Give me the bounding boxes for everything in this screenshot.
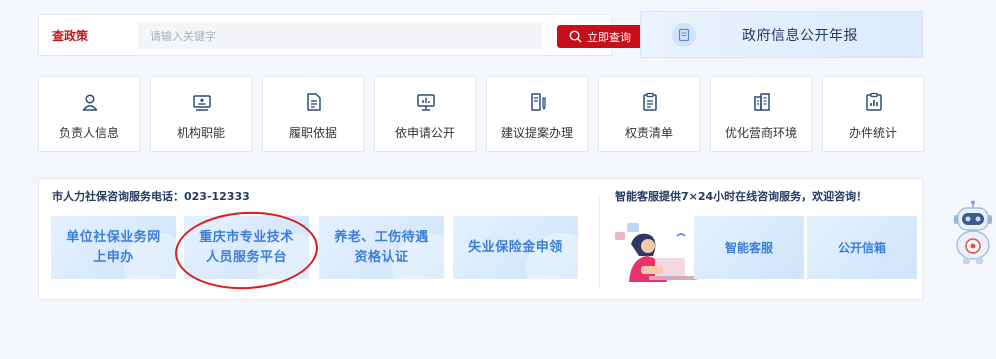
document-icon: [307, 93, 321, 111]
card-label: 建议提案办理: [500, 126, 573, 140]
search-label: 查政策: [52, 29, 89, 43]
tile-label-line1: 养老、工伤待遇: [334, 229, 429, 245]
card-business-environment[interactable]: 优化营商环境: [710, 76, 812, 152]
smart-service-label: 智能客服: [724, 241, 773, 255]
hotline-text: 市人力社保咨询服务电话：023-12333: [52, 190, 250, 203]
policy-search-bar: 查政策 立即查询: [38, 14, 643, 56]
card-disclosure-on-request[interactable]: 依申请公开: [374, 76, 476, 152]
tile-label-line2: 人员服务平台: [205, 249, 287, 265]
card-power-list[interactable]: 权责清单: [598, 76, 700, 152]
report-book-icon: [672, 22, 696, 47]
annual-report-button[interactable]: 政府信息公开年报: [640, 11, 923, 58]
tile-label-line2: 资格认证: [354, 249, 409, 265]
card-label: 负责人信息: [58, 126, 119, 140]
stats-board-icon: [866, 92, 882, 111]
clipboard-list-icon: [643, 92, 657, 111]
section-divider: [599, 197, 600, 289]
search-icon: [569, 30, 582, 43]
tile-pension-injury-certification[interactable]: 养老、工伤待遇 资格认证: [319, 216, 444, 279]
card-duty-basis[interactable]: 履职依据: [262, 76, 364, 152]
building-icon: [754, 93, 770, 111]
card-label: 履职依据: [288, 126, 337, 140]
monitor-chart-icon: [417, 94, 435, 111]
tile-employer-social-insurance[interactable]: 单位社保业务网 上申办: [51, 216, 176, 279]
tile-label-line1: 失业保险金申领: [468, 239, 563, 255]
card-label: 依申请公开: [394, 126, 455, 140]
online-service-text: 智能客服提供7×24小时在线咨询服务，欢迎咨询！: [615, 190, 868, 203]
card-label: 机构职能: [176, 126, 225, 140]
card-label: 权责清单: [624, 126, 673, 140]
tile-label: 养老、工伤待遇 资格认证: [334, 228, 429, 268]
tile-label-line2: 上申办: [93, 249, 134, 265]
public-mailbox-label: 公开信箱: [837, 241, 886, 255]
search-button[interactable]: 立即查询: [557, 25, 643, 48]
public-mailbox-button[interactable]: 公开信箱: [807, 216, 917, 279]
tile-unemployment-benefit[interactable]: 失业保险金申领: [453, 216, 578, 279]
service-section: 市人力社保咨询服务电话：023-12333 智能客服提供7×24小时在线咨询服务…: [38, 178, 923, 300]
tile-label: 单位社保业务网 上申办: [66, 228, 161, 268]
doc-pen-icon: [531, 93, 546, 111]
smart-service-button[interactable]: 智能客服: [694, 216, 804, 279]
card-case-statistics[interactable]: 办件统计: [822, 76, 924, 152]
tile-label-line1: 重庆市专业技术: [199, 229, 294, 245]
search-button-label: 立即查询: [587, 30, 631, 44]
tile-label: 重庆市专业技术 人员服务平台: [199, 228, 294, 268]
card-proposal-handling[interactable]: 建议提案办理: [486, 76, 588, 152]
annual-report-label: 政府信息公开年报: [742, 27, 858, 44]
robot-assistant-icon[interactable]: [952, 200, 994, 266]
tile-label: 失业保险金申领: [468, 238, 563, 258]
card-label: 办件统计: [848, 126, 897, 140]
person-icon: [82, 94, 98, 111]
search-input[interactable]: [138, 23, 542, 49]
id-card-icon: [193, 95, 211, 111]
card-institution-functions[interactable]: 机构职能: [150, 76, 252, 152]
tile-professional-talent-platform[interactable]: 重庆市专业技术 人员服务平台: [184, 216, 309, 279]
card-label: 优化营商环境: [724, 126, 797, 140]
card-responsible-person[interactable]: 负责人信息: [38, 76, 140, 152]
tile-label-line1: 单位社保业务网: [66, 229, 161, 245]
